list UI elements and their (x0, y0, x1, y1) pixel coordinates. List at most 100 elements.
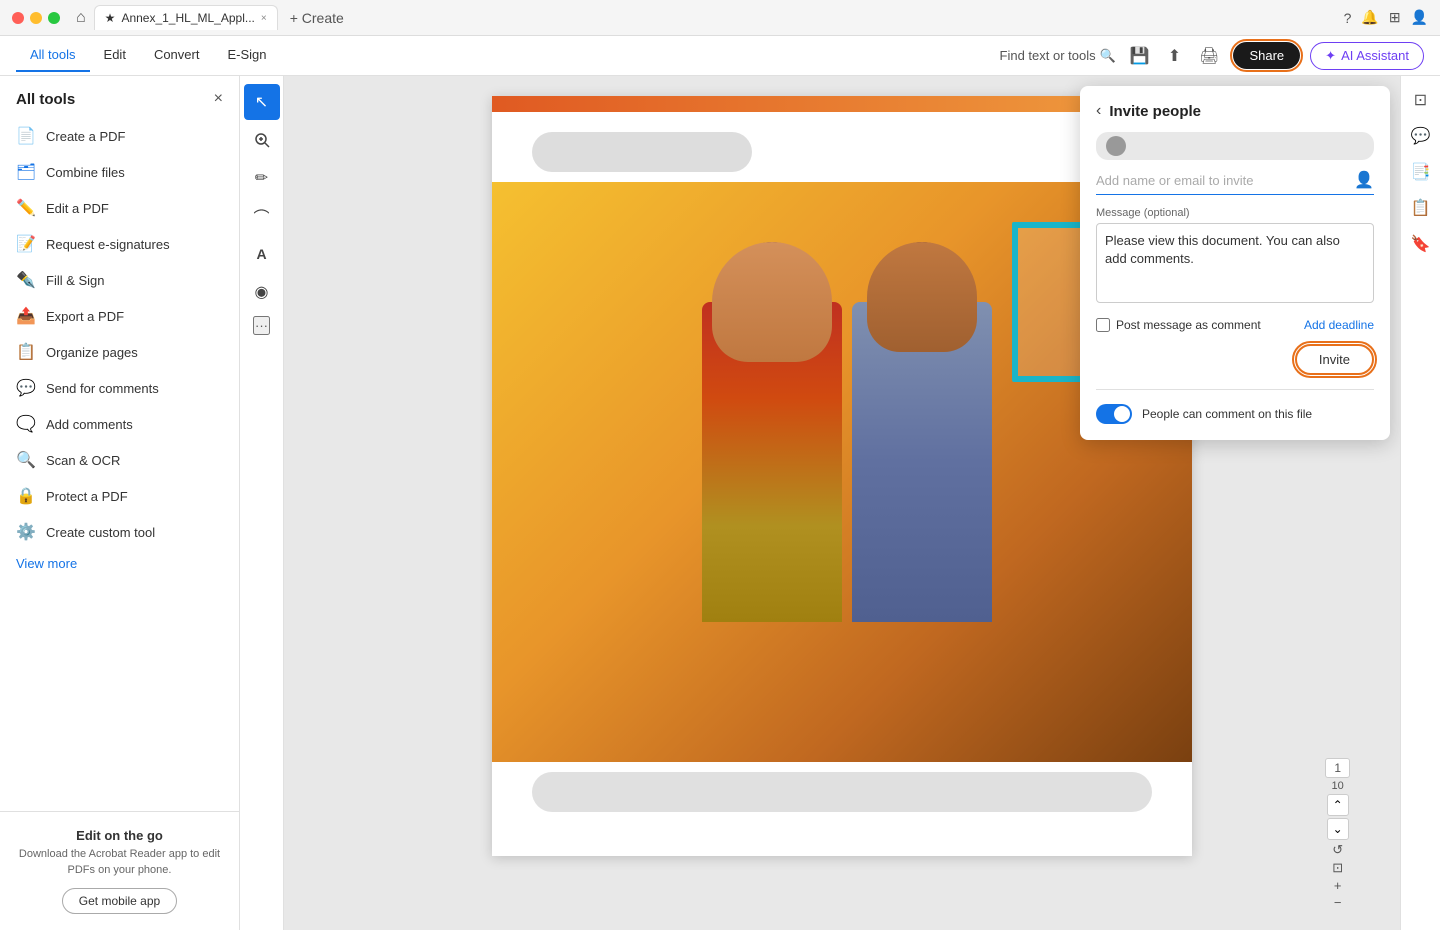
sidebar-item-label: Protect a PDF (46, 489, 128, 504)
minimize-window-button[interactable] (30, 12, 42, 24)
pencil-tool-button[interactable]: ✏ (244, 160, 280, 196)
nav-all-tools[interactable]: All tools (16, 39, 90, 72)
text-tool-button[interactable]: A (244, 236, 280, 272)
sidebar-item-edit-pdf[interactable]: ✏️ Edit a PDF (0, 190, 239, 226)
fit-page-icon[interactable]: ⊡ (1332, 860, 1343, 876)
right-panel-btn-5[interactable]: 🔖 (1405, 228, 1437, 260)
sidebar-item-combine-files[interactable]: 🗂 Combine files (0, 154, 239, 190)
nav-convert[interactable]: Convert (140, 39, 214, 72)
main-layout: All tools × 📄 Create a PDF 🗂 Combine fil… (0, 76, 1440, 930)
sidebar-item-label: Fill & Sign (46, 273, 105, 288)
tab-area: ★ Annex_1_HL_ML_Appl... × + Create (94, 5, 1336, 30)
doc-footer (532, 772, 1152, 812)
sidebar-item-export-pdf[interactable]: 📤 Export a PDF (0, 298, 239, 334)
ai-assistant-button[interactable]: ✦ AI Assistant (1310, 42, 1424, 70)
maximize-window-button[interactable] (48, 12, 60, 24)
right-panel-btn-2[interactable]: 💬 (1405, 120, 1437, 152)
current-page-badge: 1 (1325, 758, 1350, 778)
account-icon[interactable]: 👤 (1411, 9, 1428, 26)
sidebar-item-organize-pages[interactable]: 📋 Organize pages (0, 334, 239, 370)
create-pdf-icon: 📄 (16, 126, 36, 146)
message-label: Message (optional) (1096, 207, 1374, 219)
cursor-tool-button[interactable]: ↖ (244, 84, 280, 120)
sidebar-item-label: Combine files (46, 165, 125, 180)
invite-back-button[interactable]: ‹ (1096, 102, 1101, 120)
right-panel-btn-3[interactable]: 📑 (1405, 156, 1437, 188)
protect-pdf-icon: 🔒 (16, 486, 36, 506)
person-icon: 👤 (1354, 170, 1374, 190)
sidebar-item-label: Send for comments (46, 381, 159, 396)
tab-favicon: ★ (105, 11, 116, 25)
footer-desc: Download the Acrobat Reader app to edit … (16, 847, 223, 878)
tab-close-icon[interactable]: × (261, 13, 267, 24)
lasso-tool-button[interactable]: ⌒ (244, 198, 280, 234)
view-more-link[interactable]: View more (0, 550, 239, 581)
scan-ocr-icon: 🔍 (16, 450, 36, 470)
sidebar-item-add-comments[interactable]: 🗨️ Add comments (0, 406, 239, 442)
sidebar-item-fill-sign[interactable]: ✒️ Fill & Sign (0, 262, 239, 298)
zoom-out-icon[interactable]: − (1334, 895, 1342, 910)
grid-icon[interactable]: ⊞ (1389, 9, 1401, 26)
help-icon[interactable]: ? (1344, 10, 1352, 26)
sidebar-item-label: Scan & OCR (46, 453, 120, 468)
sidebar-item-label: Add comments (46, 417, 133, 432)
find-tools-label: Find text or tools (1000, 48, 1096, 63)
invite-header: ‹ Invite people (1096, 102, 1374, 120)
upload-button[interactable]: ⬆ (1164, 42, 1185, 70)
right-panel-btn-4[interactable]: 📋 (1405, 192, 1437, 224)
toggle-label: People can comment on this file (1142, 407, 1312, 421)
post-message-label: Post message as comment (1116, 318, 1261, 332)
toolbar-right: Find text or tools 🔍 💾 ⬆ 🖨 Share ✦ AI As… (1000, 42, 1424, 70)
tab-label: Annex_1_HL_ML_Appl... (121, 11, 254, 25)
page-navigation: 1 10 ⌃ ⌄ ↺ ⊡ + − (1325, 758, 1350, 910)
post-message-checkbox[interactable] (1096, 318, 1110, 332)
sidebar-title: All tools (16, 91, 75, 108)
ai-icon: ✦ (1325, 48, 1336, 64)
bell-icon[interactable]: 🔔 (1361, 9, 1378, 26)
sidebar: All tools × 📄 Create a PDF 🗂 Combine fil… (0, 76, 240, 930)
sidebar-item-request-esignatures[interactable]: 📝 Request e-signatures (0, 226, 239, 262)
refresh-icon[interactable]: ↺ (1332, 842, 1343, 858)
share-button[interactable]: Share (1233, 42, 1300, 69)
sidebar-item-create-pdf[interactable]: 📄 Create a PDF (0, 118, 239, 154)
invite-email-input[interactable] (1096, 173, 1348, 188)
page-up-button[interactable]: ⌃ (1327, 794, 1349, 816)
comment-toggle-row: People can comment on this file (1096, 389, 1374, 424)
sidebar-item-create-custom-tool[interactable]: ⚙️ Create custom tool (0, 514, 239, 550)
page-down-button[interactable]: ⌄ (1327, 818, 1349, 840)
nav-edit[interactable]: Edit (90, 39, 140, 72)
active-tab[interactable]: ★ Annex_1_HL_ML_Appl... × (94, 5, 278, 30)
save-button[interactable]: 💾 (1126, 42, 1154, 70)
sidebar-item-label: Request e-signatures (46, 237, 170, 252)
toolbar-nav: All tools Edit Convert E-Sign (16, 39, 281, 72)
invite-button[interactable]: Invite (1295, 344, 1374, 375)
invite-recipient-tag (1096, 132, 1374, 160)
nav-esign[interactable]: E-Sign (213, 39, 280, 72)
close-window-button[interactable] (12, 12, 24, 24)
more-tools-button[interactable]: ··· (253, 316, 270, 335)
doc-logo (532, 132, 752, 172)
sidebar-item-protect-pdf[interactable]: 🔒 Protect a PDF (0, 478, 239, 514)
send-comments-icon: 💬 (16, 378, 36, 398)
add-deadline-button[interactable]: Add deadline (1304, 318, 1374, 332)
titlebar: ⌂ ★ Annex_1_HL_ML_Appl... × + Create ? 🔔… (0, 0, 1440, 36)
stamp-tool-button[interactable]: ◉ (244, 274, 280, 310)
get-mobile-app-button[interactable]: Get mobile app (62, 888, 177, 914)
right-sidebar: ⊡ 💬 📑 📋 🔖 (1400, 76, 1440, 930)
tool-strip: ↖ ✏ ⌒ A ◉ ··· (240, 76, 284, 930)
zoom-tool-button[interactable] (244, 122, 280, 158)
find-tools[interactable]: Find text or tools 🔍 (1000, 48, 1116, 64)
sidebar-header: All tools × (0, 76, 239, 118)
comment-toggle[interactable] (1096, 404, 1132, 424)
message-textarea[interactable]: Please view this document. You can also … (1096, 223, 1374, 303)
sidebar-close-button[interactable]: × (214, 90, 223, 108)
sidebar-item-send-for-comments[interactable]: 💬 Send for comments (0, 370, 239, 406)
right-panel-btn-1[interactable]: ⊡ (1405, 84, 1437, 116)
home-icon[interactable]: ⌂ (76, 9, 86, 27)
post-message-row: Post message as comment (1096, 318, 1261, 332)
zoom-in-icon[interactable]: + (1334, 878, 1342, 893)
invite-title: Invite people (1109, 103, 1201, 120)
new-tab-button[interactable]: + Create (282, 6, 352, 30)
print-button[interactable]: 🖨 (1195, 42, 1223, 70)
sidebar-item-scan-ocr[interactable]: 🔍 Scan & OCR (0, 442, 239, 478)
